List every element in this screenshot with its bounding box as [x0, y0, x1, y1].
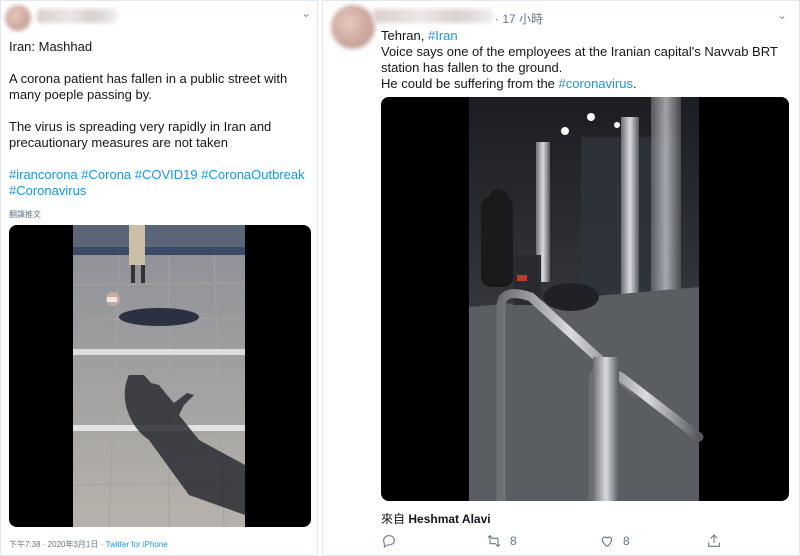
tweet-line: A corona patient has fallen in a public …: [9, 71, 288, 86]
tweet-line: many poeple passing by.: [9, 87, 152, 102]
like-count: 8: [623, 534, 630, 548]
tweet-text: .: [632, 76, 637, 91]
like-button[interactable]: 8: [599, 533, 630, 549]
video-source-row: 來自 Heshmat Alavi: [381, 511, 491, 527]
hashtag-link[interactable]: #coronavirus: [559, 76, 633, 91]
hashtag-link[interactable]: #CoronaOutbreak: [201, 167, 304, 182]
video-frame-street: [9, 225, 311, 527]
chevron-down-icon[interactable]: ⌄: [299, 7, 313, 19]
retweet-icon: [487, 534, 501, 548]
video-frame-station: [381, 97, 789, 501]
share-icon: [708, 534, 720, 547]
hashtag-link[interactable]: #Corona: [81, 167, 131, 182]
tweet-timestamp-row: 下午7:38 · 2020年3月1日 · Twitter for iPhone: [9, 539, 168, 550]
hashtag-row: #Coronavirus: [9, 183, 86, 199]
user-name-blurred[interactable]: [373, 9, 493, 23]
video-player[interactable]: [9, 225, 311, 527]
hashtag-row: #irancorona #Corona #COVID19 #CoronaOutb…: [9, 167, 305, 183]
reply-button[interactable]: [381, 533, 397, 549]
retweet-button[interactable]: 8: [486, 533, 517, 549]
reply-icon: [383, 535, 395, 549]
retweet-count: 8: [510, 534, 517, 548]
tweet-line: Iran: Mashhad: [9, 39, 93, 54]
hashtag-link[interactable]: #Iran: [428, 28, 458, 43]
tweet-line: The virus is spreading very rapidly in I…: [9, 119, 272, 134]
tweet-line: He could be suffering from the #coronavi…: [381, 76, 637, 92]
from-label: 來自: [381, 512, 406, 526]
right-tweet-card: · 17 小時 ⌄ Tehran, #Iran Voice says one o…: [322, 0, 800, 556]
tweet-line: precautionary measures are not taken: [9, 135, 228, 150]
translate-link[interactable]: 翻譯推文: [9, 209, 41, 220]
hashtag-link[interactable]: #irancorona: [9, 167, 78, 182]
tweet-text: Tehran,: [381, 28, 425, 43]
tweet-line: station has fallen to the ground.: [381, 60, 563, 75]
tweet-timestamp[interactable]: 下午7:38 · 2020年3月1日 ·: [9, 540, 103, 549]
share-button[interactable]: [706, 533, 722, 549]
heart-icon: [601, 536, 613, 547]
tweet-line: Voice says one of the employees at the I…: [381, 44, 778, 59]
avatar[interactable]: [331, 5, 375, 49]
from-account-name[interactable]: Heshmat Alavi: [408, 512, 490, 526]
video-player[interactable]: [381, 97, 789, 501]
avatar[interactable]: [5, 5, 31, 31]
user-name-blurred[interactable]: [37, 9, 117, 23]
hashtag-link[interactable]: #COVID19: [135, 167, 198, 182]
tweet-source[interactable]: Twitter for iPhone: [106, 540, 168, 549]
left-tweet-card: ⌄ Iran: Mashhad A corona patient has fal…: [0, 0, 318, 556]
hashtag-link[interactable]: #Coronavirus: [9, 183, 86, 198]
tweet-time-ago[interactable]: · 17 小時: [495, 10, 543, 27]
tweet-text: He could be suffering from the: [381, 76, 555, 91]
tweet-line: Tehran, #Iran: [381, 28, 458, 44]
chevron-down-icon[interactable]: ⌄: [775, 9, 789, 21]
